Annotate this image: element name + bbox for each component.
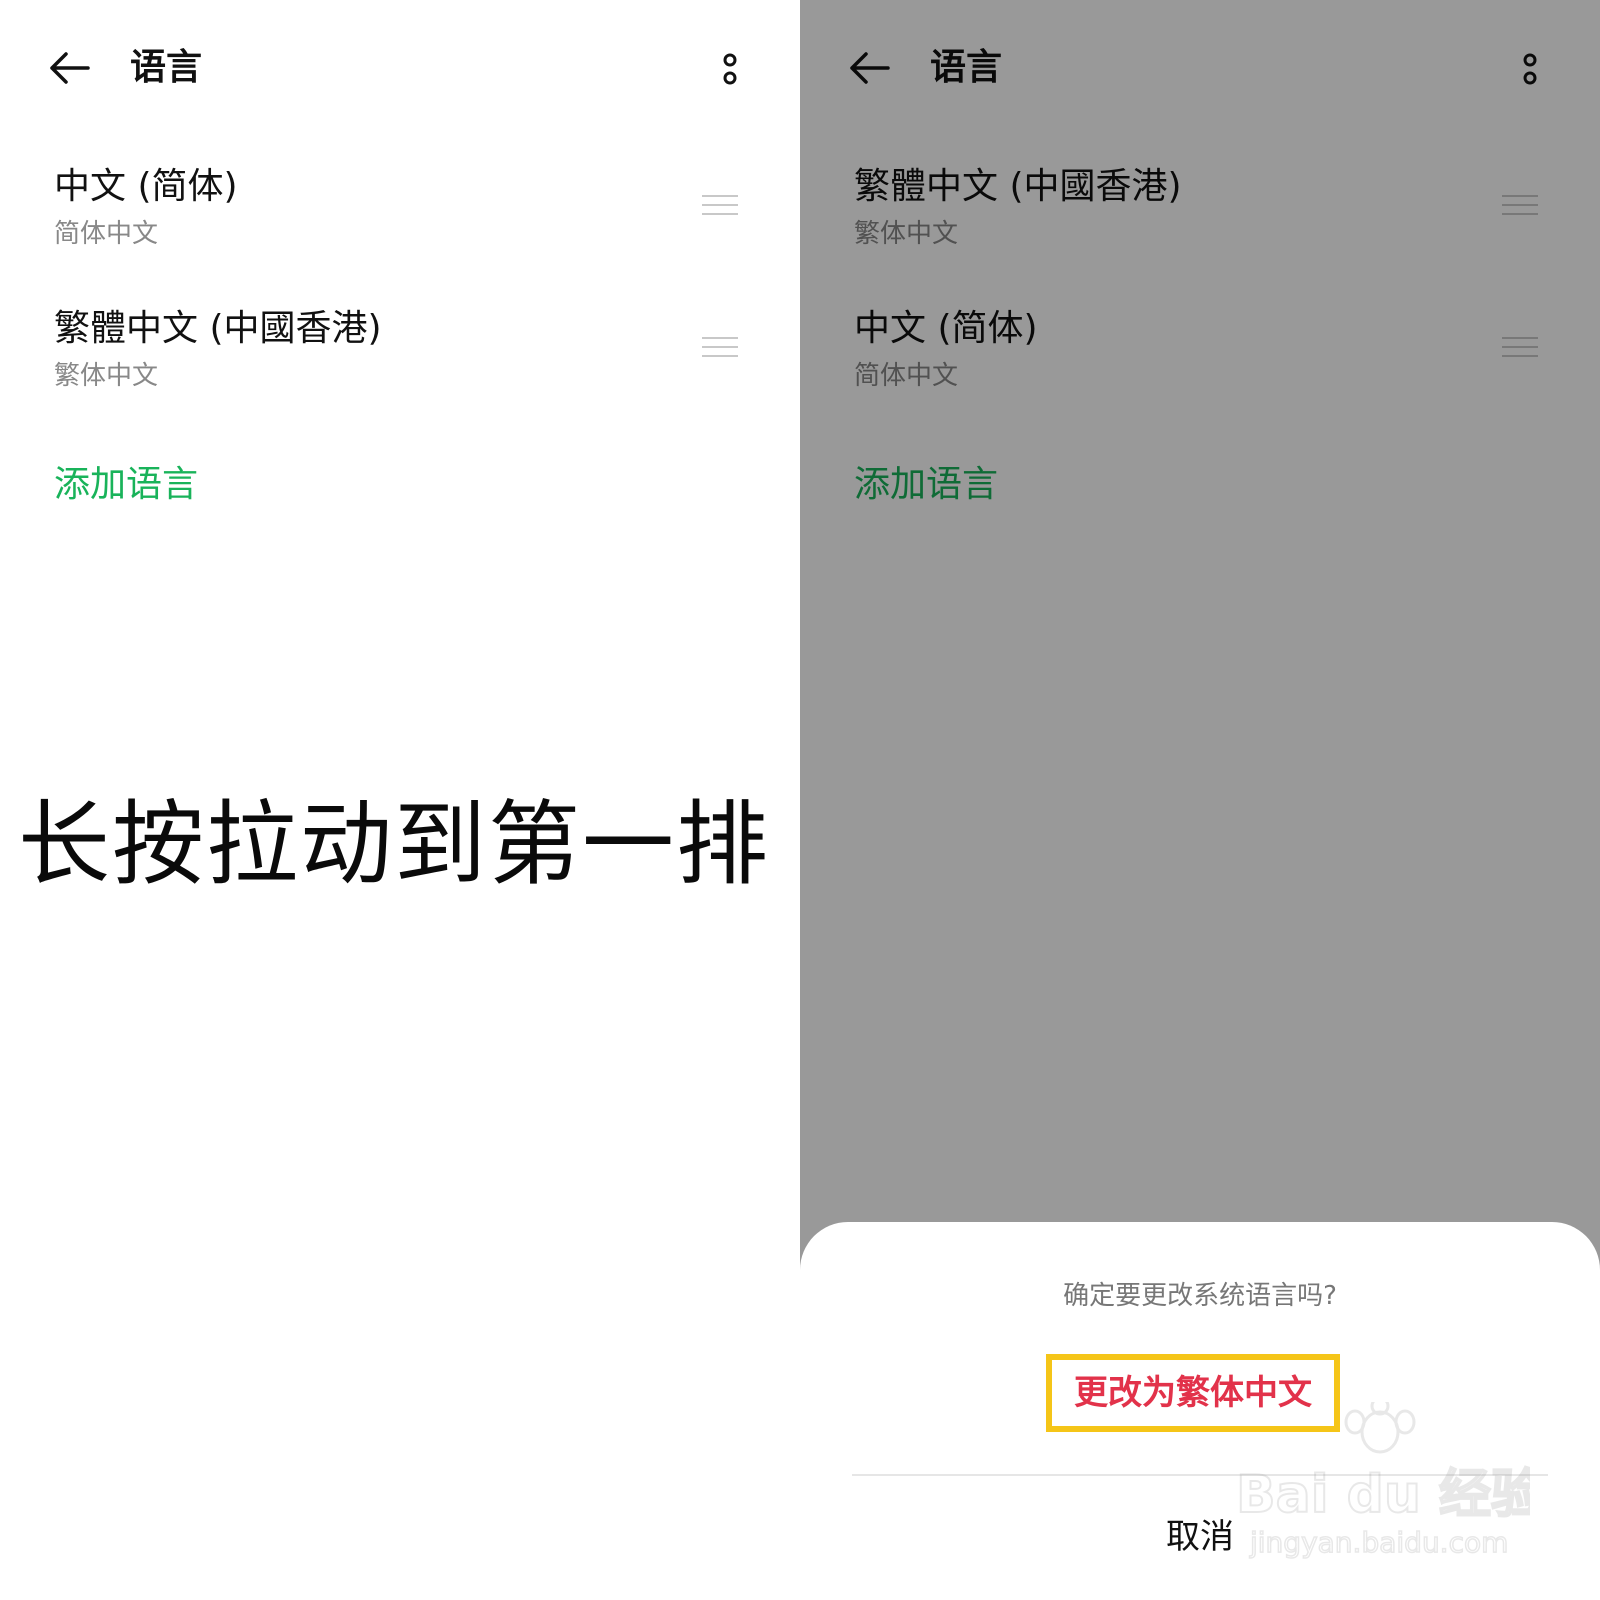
svg-text:jingyan.baidu.com: jingyan.baidu.com — [1249, 1526, 1508, 1559]
app-bar: 语言 — [0, 0, 800, 135]
language-item[interactable]: 中文 (简体) 简体中文 — [0, 162, 800, 292]
language-name: 繁體中文 (中國香港) — [54, 308, 382, 349]
instruction-caption: 长按拉动到第一排 — [18, 791, 771, 898]
language-name: 中文 (简体) — [54, 166, 238, 207]
dialog-prompt: 确定要更改系统语言吗? — [1063, 1281, 1337, 1311]
svg-text:Bai du 经验: Bai du 经验 — [1236, 1465, 1530, 1525]
drag-handle-icon[interactable] — [702, 336, 738, 358]
language-item[interactable]: 繁體中文 (中國香港) 繁体中文 — [0, 304, 800, 434]
back-arrow-icon[interactable] — [46, 48, 92, 88]
baidu-watermark-logo: Bai du 经验 jingyan.baidu.com — [1235, 1402, 1530, 1560]
confirm-dialog-sheet: 确定要更改系统语言吗? 更改为繁体中文 取消 Bai du 经验 jingyan… — [800, 1222, 1600, 1600]
left-screen: 语言 中文 (简体) 简体中文 繁體中文 (中國香港) 繁体中文 添加语言 长按… — [0, 0, 800, 1600]
page-title: 语言 — [130, 47, 203, 88]
more-options-icon[interactable] — [722, 52, 738, 88]
language-subtitle: 简体中文 — [54, 219, 159, 249]
right-screen: 语言 繁體中文 (中國香港) 繁体中文 中文 (简体) 简体中文 添加语言 确定… — [800, 0, 1600, 1600]
language-subtitle: 繁体中文 — [54, 361, 159, 391]
drag-handle-icon[interactable] — [702, 194, 738, 216]
add-language-link[interactable]: 添加语言 — [54, 460, 198, 510]
